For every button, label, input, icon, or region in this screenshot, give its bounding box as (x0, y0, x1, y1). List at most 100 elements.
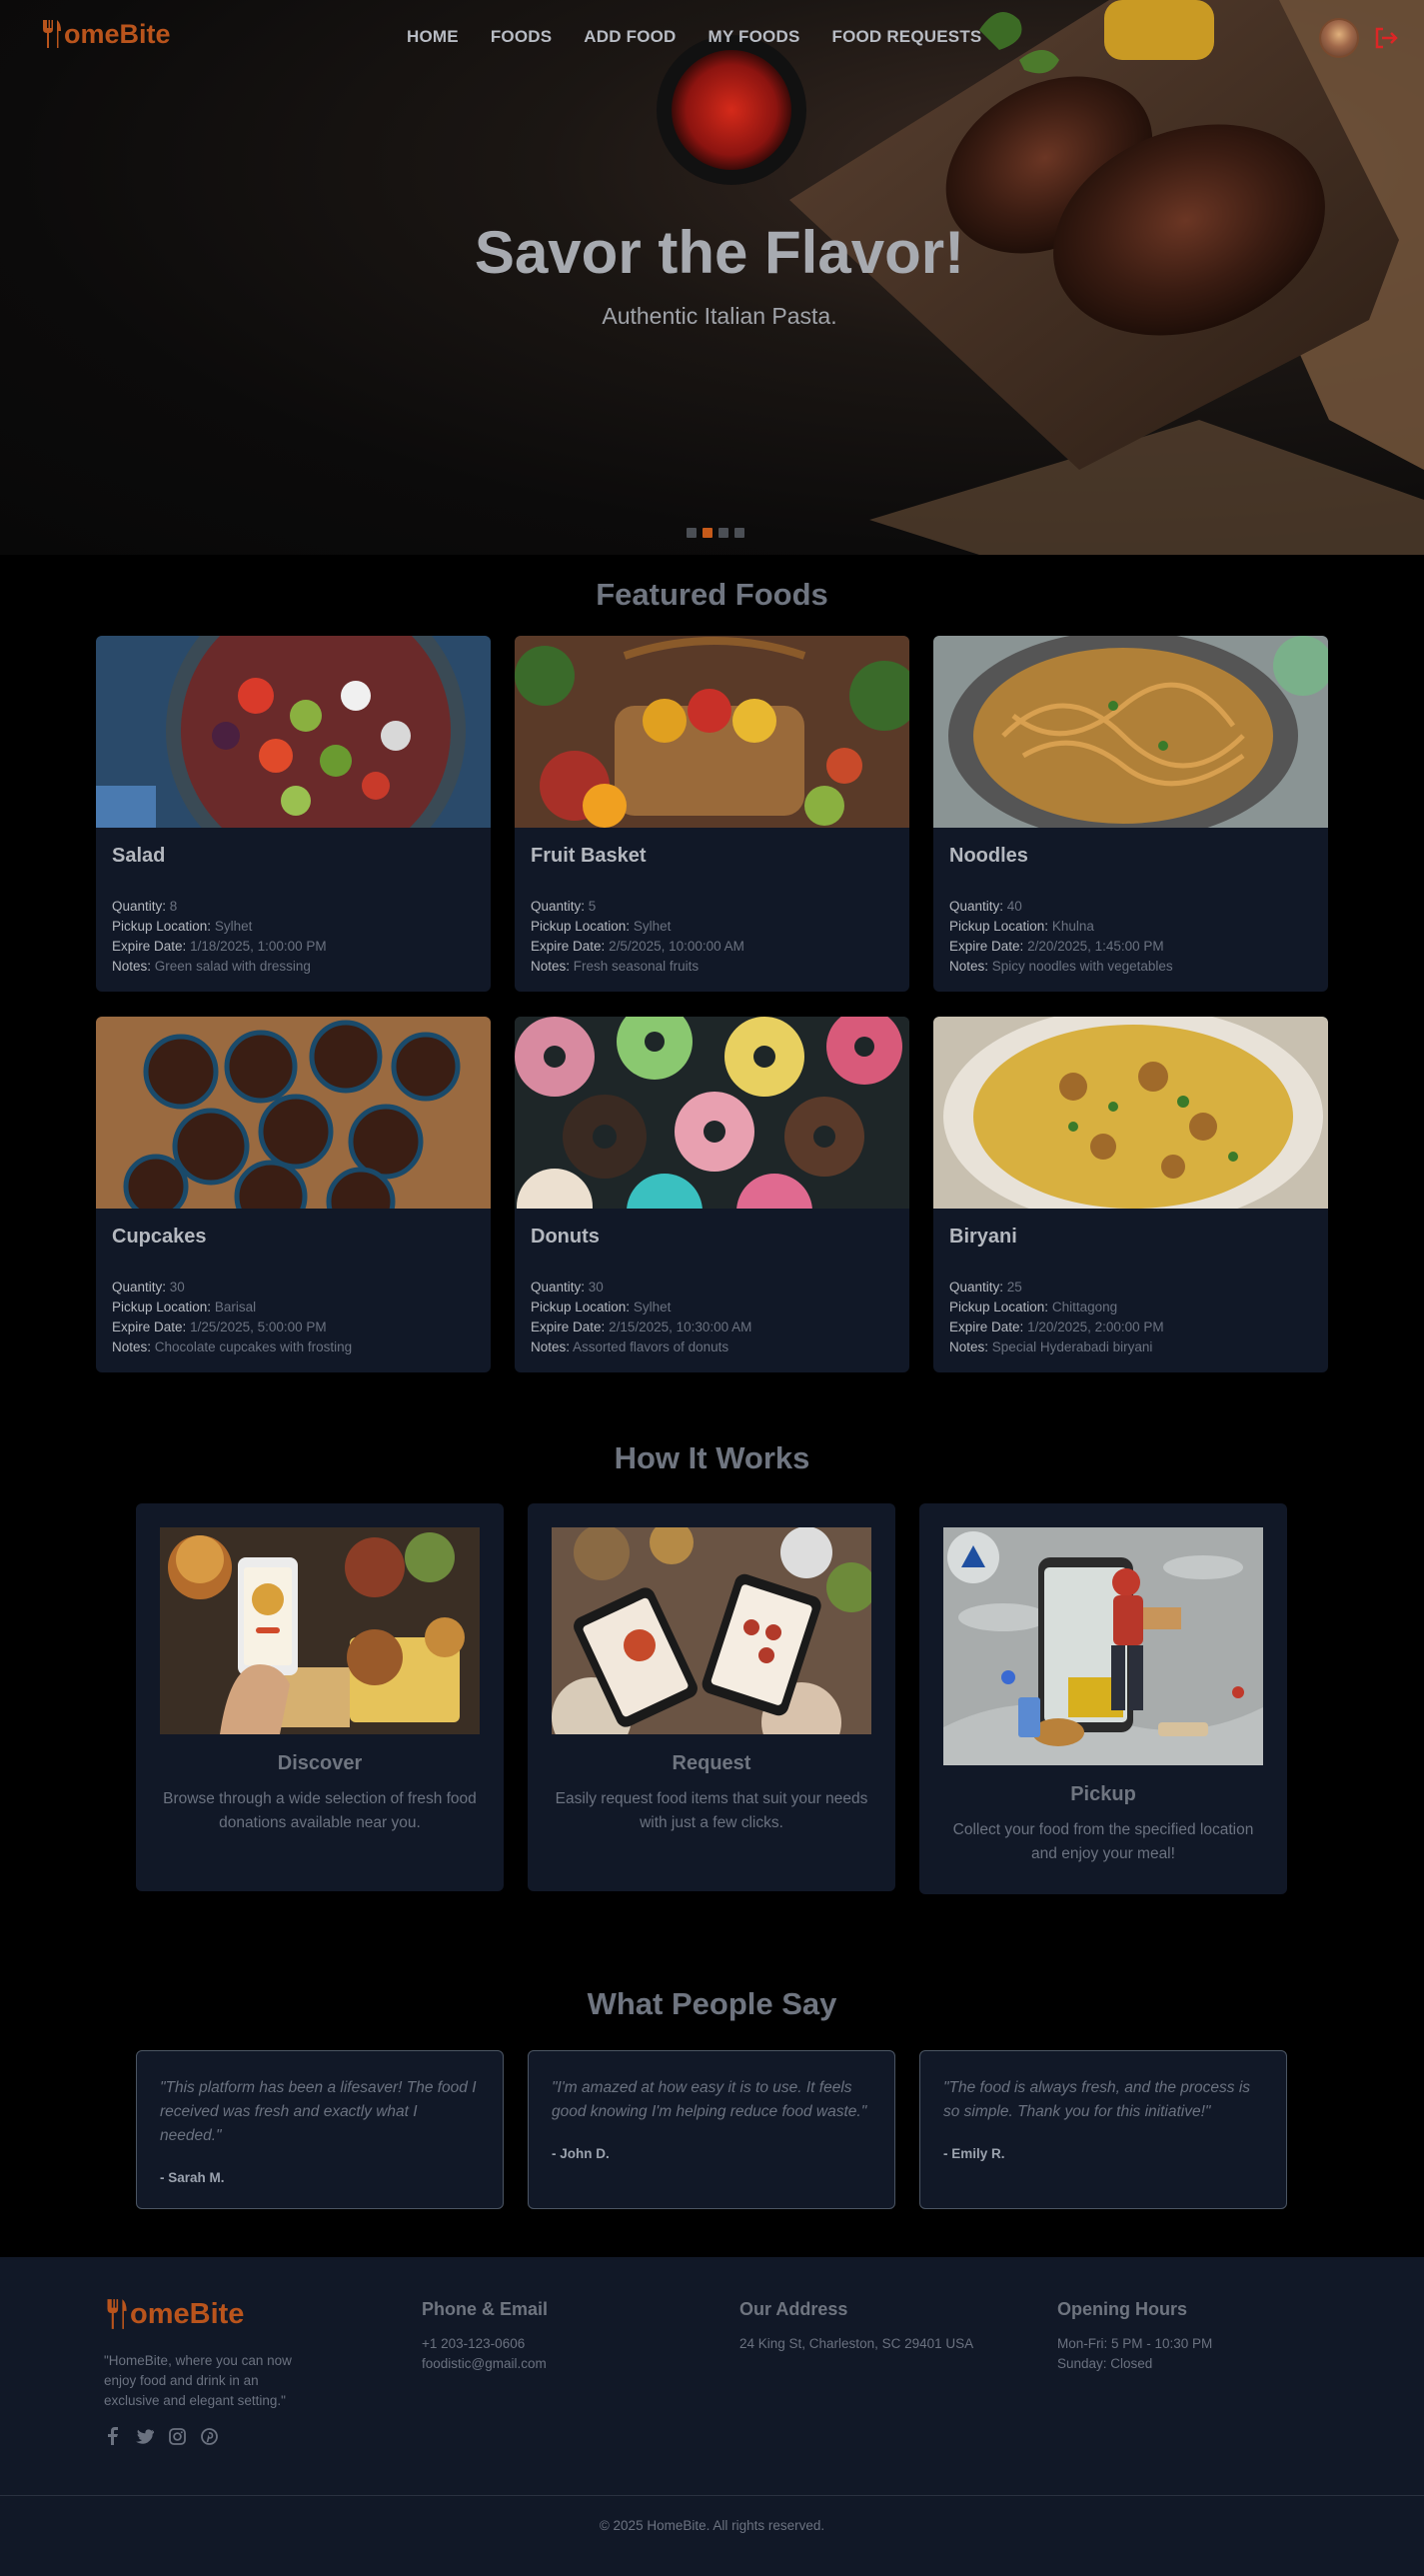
location-value: Barisal (214, 1299, 257, 1314)
quantity-value: 30 (169, 1280, 185, 1294)
hero-banner: omeBite HOME FOODS ADD FOOD MY FOODS FOO… (0, 0, 1424, 555)
twitter-icon[interactable] (136, 2427, 154, 2445)
food-location: Pickup Location: Sylhet (531, 1297, 893, 1317)
food-notes: Notes: Fresh seasonal fruits (531, 957, 893, 977)
footer-address-column: Our Address 24 King St, Charleston, SC 2… (739, 2297, 973, 2354)
user-avatar[interactable] (1319, 18, 1359, 58)
how-title: How It Works (614, 1440, 810, 1475)
pinterest-icon[interactable] (200, 2427, 218, 2445)
food-name: Salad (112, 845, 166, 867)
food-image (96, 636, 491, 828)
nav-home[interactable]: HOME (407, 27, 459, 47)
expire-value: 2/20/2025, 1:45:00 PM (1027, 939, 1164, 954)
quantity-value: 5 (588, 899, 597, 914)
food-card[interactable]: Biryani Quantity: 25 Pickup Location: Ch… (933, 1017, 1328, 1372)
nav-foods[interactable]: FOODS (491, 27, 552, 47)
location-label: Pickup Location: (531, 919, 631, 934)
location-label: Pickup Location: (531, 1299, 631, 1314)
quantity-label: Quantity: (112, 899, 167, 914)
food-name: Fruit Basket (531, 845, 647, 867)
step-description: Collect your food from the specified loc… (952, 1821, 1254, 1862)
expire-label: Expire Date: (949, 939, 1024, 954)
food-image (933, 636, 1328, 828)
phone-number[interactable]: +1 203-123-0606 (422, 2334, 548, 2354)
step-name: Pickup (1070, 1783, 1136, 1805)
featured-foods-section: Featured Foods Salad Quantity: 8 Pickup … (0, 555, 1424, 1372)
nav-food-requests[interactable]: FOOD REQUESTS (832, 27, 982, 47)
food-name: Noodles (949, 845, 1028, 867)
expire-value: 2/15/2025, 10:30:00 AM (609, 1319, 752, 1334)
carousel-dot-active[interactable] (703, 528, 712, 538)
food-card[interactable]: Cupcakes Quantity: 30 Pickup Location: B… (96, 1017, 491, 1372)
food-card[interactable]: Noodles Quantity: 40 Pickup Location: Kh… (933, 636, 1328, 992)
footer-logo[interactable]: omeBite (104, 2297, 314, 2331)
nav-links: HOME FOODS ADD FOOD MY FOODS FOOD REQUES… (407, 27, 981, 47)
step-card-pickup: Pickup Collect your food from the specif… (919, 1503, 1287, 1894)
facebook-icon[interactable] (104, 2427, 122, 2445)
expire-label: Expire Date: (949, 1319, 1024, 1334)
food-name: Cupcakes (112, 1226, 207, 1248)
food-quantity: Quantity: 40 (949, 897, 1312, 917)
carousel-dot[interactable] (687, 528, 697, 538)
food-card[interactable]: Donuts Quantity: 30 Pickup Location: Syl… (515, 1017, 909, 1372)
step-card-request: Request Easily request food items that s… (528, 1503, 895, 1891)
location-label: Pickup Location: (949, 919, 1049, 934)
hours-heading: Opening Hours (1057, 2299, 1187, 2319)
nav-add-food[interactable]: ADD FOOD (584, 27, 676, 47)
notes-label: Notes: (531, 1339, 571, 1354)
testimonial-quote: "I'm amazed at how easy it is to use. It… (552, 2079, 867, 2120)
food-image (515, 636, 909, 828)
food-quantity: Quantity: 8 (112, 897, 475, 917)
brand-logo[interactable]: omeBite (40, 18, 171, 50)
fork-knife-icon (107, 2299, 127, 2329)
food-name: Biryani (949, 1226, 1017, 1248)
food-expire: Expire Date: 2/5/2025, 10:00:00 AM (531, 937, 893, 957)
quantity-value: 30 (588, 1280, 604, 1294)
food-expire: Expire Date: 2/20/2025, 1:45:00 PM (949, 937, 1312, 957)
location-value: Chittagong (1051, 1299, 1118, 1314)
how-it-works-section: How It Works Discover Browse through a w… (0, 1372, 1424, 1894)
social-links (104, 2427, 314, 2445)
fork-knife-icon (43, 20, 61, 48)
notes-label: Notes: (112, 1339, 152, 1354)
testimonials-section: What People Say "This platform has been … (0, 1894, 1424, 2209)
email-address[interactable]: foodistic@gmail.com (422, 2354, 548, 2374)
food-name: Donuts (531, 1226, 600, 1248)
testimonial-author: - Sarah M. (160, 2170, 225, 2185)
food-quantity: Quantity: 25 (949, 1278, 1312, 1297)
quantity-label: Quantity: (949, 1280, 1004, 1294)
footer-tagline: "HomeBite, where you can now enjoy food … (104, 2353, 292, 2408)
notes-value: Green salad with dressing (154, 959, 311, 974)
food-notes: Notes: Special Hyderabadi biryani (949, 1337, 1312, 1357)
carousel-dot[interactable] (734, 528, 744, 538)
brand-name: omeBite (64, 18, 171, 49)
food-expire: Expire Date: 2/15/2025, 10:30:00 AM (531, 1317, 893, 1337)
nav-my-foods[interactable]: MY FOODS (709, 27, 800, 47)
quantity-value: 40 (1006, 899, 1022, 914)
location-label: Pickup Location: (949, 1299, 1049, 1314)
testimonial-quote: "This platform has been a lifesaver! The… (160, 2079, 477, 2144)
address-text: 24 King St, Charleston, SC 29401 USA (739, 2336, 974, 2351)
food-grid: Salad Quantity: 8 Pickup Location: Sylhe… (96, 636, 1328, 1372)
carousel-dot[interactable] (718, 528, 728, 538)
expire-label: Expire Date: (112, 1319, 187, 1334)
expire-value: 1/18/2025, 1:00:00 PM (190, 939, 327, 954)
footer-main: omeBite "HomeBite, where you can now enj… (0, 2257, 1424, 2495)
testimonial-card: "This platform has been a lifesaver! The… (136, 2050, 504, 2209)
step-description: Browse through a wide selection of fresh… (163, 1790, 477, 1831)
navbar: omeBite HOME FOODS ADD FOOD MY FOODS FOO… (0, 0, 1424, 74)
quantity-label: Quantity: (949, 899, 1004, 914)
logout-icon[interactable] (1372, 24, 1400, 52)
expire-label: Expire Date: (112, 939, 187, 954)
food-card[interactable]: Salad Quantity: 8 Pickup Location: Sylhe… (96, 636, 491, 992)
food-notes: Notes: Chocolate cupcakes with frosting (112, 1337, 475, 1357)
instagram-icon[interactable] (168, 2427, 186, 2445)
location-value: Sylhet (633, 919, 672, 934)
copyright: © 2025 HomeBite. All rights reserved. (0, 2495, 1424, 2576)
weekday-hours: Mon-Fri: 5 PM - 10:30 PM (1057, 2336, 1213, 2351)
food-notes: Notes: Spicy noodles with vegetables (949, 957, 1312, 977)
food-card[interactable]: Fruit Basket Quantity: 5 Pickup Location… (515, 636, 909, 992)
location-label: Pickup Location: (112, 919, 212, 934)
quantity-label: Quantity: (112, 1280, 167, 1294)
food-expire: Expire Date: 1/25/2025, 5:00:00 PM (112, 1317, 475, 1337)
